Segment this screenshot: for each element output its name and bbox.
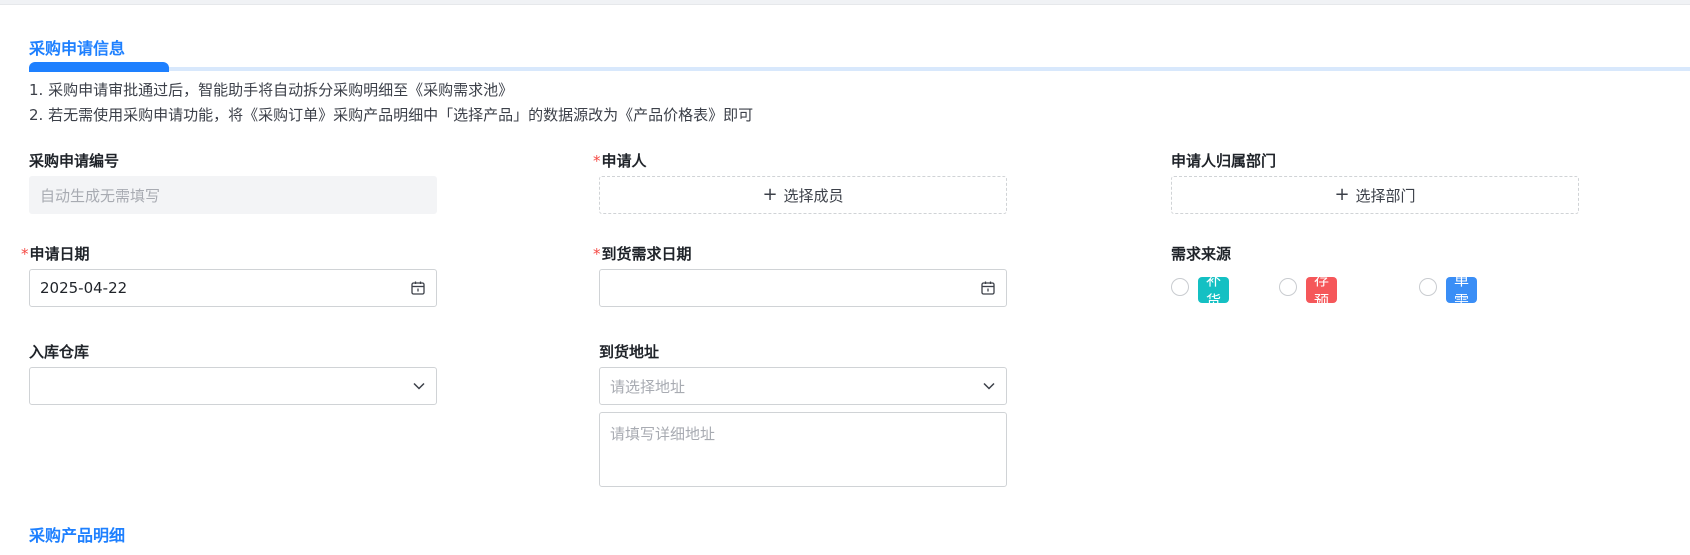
radio-replenish[interactable] [1171, 278, 1189, 296]
request-no-label: 采购申请编号 [29, 152, 120, 170]
chevron-down-icon[interactable] [982, 379, 996, 393]
request-no-input: 自动生成无需填写 [29, 176, 437, 214]
tag-work-order[interactable]: 工单需求 [1446, 250, 1478, 331]
arrival-date-picker[interactable] [599, 269, 1007, 307]
address-placeholder: 请选择地址 [610, 377, 686, 396]
chevron-down-icon[interactable] [412, 379, 426, 393]
required-mark: * [21, 245, 29, 263]
note-line-1: 1. 采购申请审批通过后，智能助手将自动拆分采购明细至《采购需求池》 [29, 81, 514, 99]
address-detail-placeholder: 请填写详细地址 [610, 425, 716, 443]
plus-icon: + [762, 184, 778, 205]
required-mark: * [593, 245, 601, 263]
plus-icon: + [1334, 184, 1350, 205]
apply-date-picker[interactable]: 2025-04-22 [29, 269, 437, 307]
request-no-placeholder: 自动生成无需填写 [40, 186, 161, 205]
select-department-label: 选择部门 [1355, 186, 1416, 205]
applicant-label: *申请人 [593, 152, 647, 170]
section-title-purchase-items: 采购产品明细 [29, 526, 126, 545]
warehouse-label: 入库仓库 [29, 343, 90, 361]
calendar-icon[interactable] [980, 280, 996, 296]
radio-stock-alert[interactable] [1279, 278, 1297, 296]
radio-work-order[interactable] [1419, 278, 1437, 296]
select-department-button[interactable]: + 选择部门 [1171, 176, 1579, 214]
apply-date-value: 2025-04-22 [40, 279, 128, 297]
required-mark: * [593, 152, 601, 170]
form-card: 采购申请信息 1. 采购申请审批通过后，智能助手将自动拆分采购明细至《采购需求池… [0, 4, 1690, 555]
address-detail-textarea[interactable]: 请填写详细地址 [599, 412, 1007, 487]
calendar-icon[interactable] [410, 280, 426, 296]
section-title-purchase-request: 采购申请信息 [29, 39, 126, 58]
tag-replenish[interactable]: 补货 [1198, 271, 1230, 310]
section-divider [29, 67, 1690, 71]
select-member-label: 选择成员 [783, 186, 844, 205]
apply-date-label: *申请日期 [21, 245, 90, 263]
note-line-2: 2. 若无需使用采购申请功能，将《采购订单》采购产品明细中「选择产品」的数据源改… [29, 106, 754, 124]
tag-stock-alert[interactable]: 库存预警 [1306, 250, 1338, 331]
select-member-button[interactable]: + 选择成员 [599, 176, 1007, 214]
department-label: 申请人归属部门 [1171, 152, 1277, 170]
section-tab-indicator [29, 62, 169, 72]
warehouse-select[interactable] [29, 367, 437, 405]
address-select[interactable]: 请选择地址 [599, 367, 1007, 405]
address-label: 到货地址 [599, 343, 660, 361]
arrival-date-label: *到货需求日期 [593, 245, 692, 263]
demand-source-label: 需求来源 [1171, 245, 1232, 263]
